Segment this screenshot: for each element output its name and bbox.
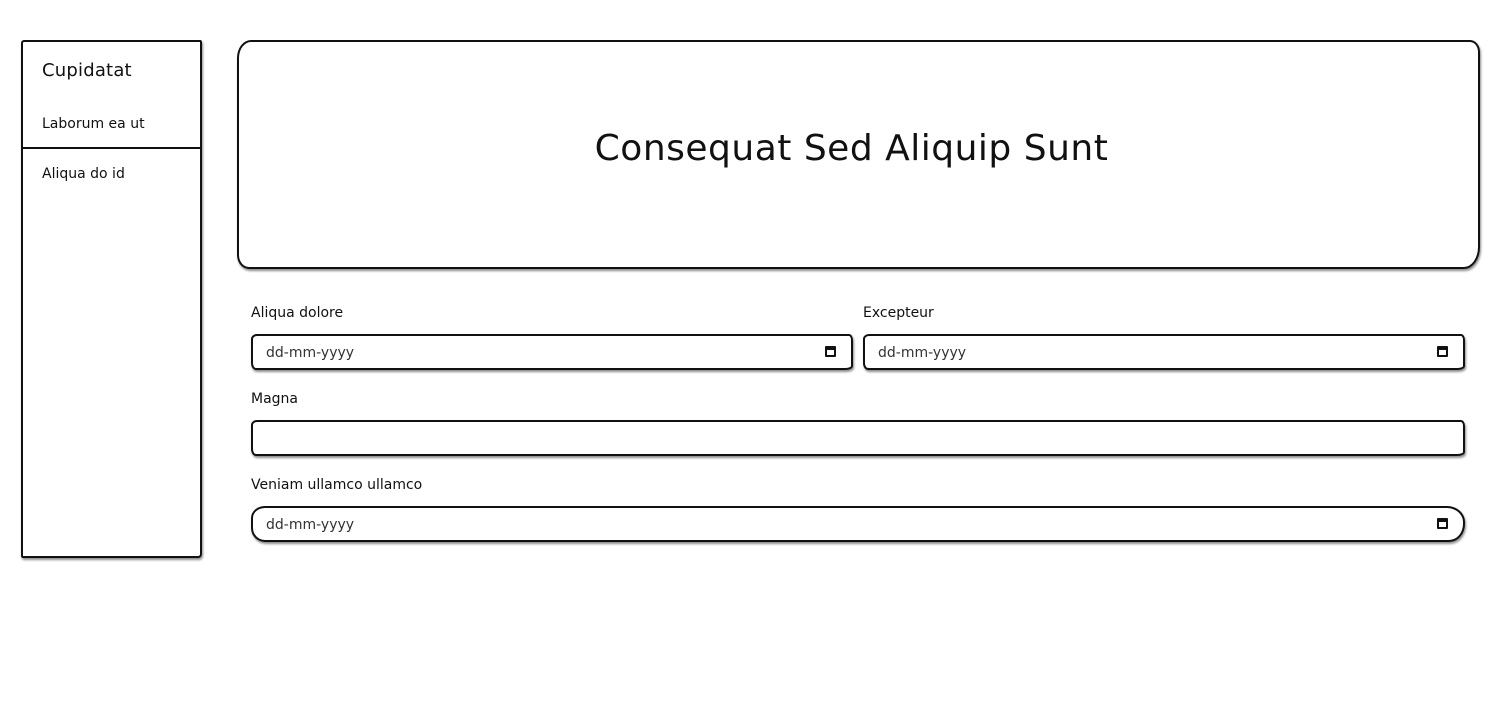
date-placeholder: dd-mm-yyyy: [266, 345, 355, 361]
header-banner: Consequat Sed Aliquip Sunt: [237, 40, 1480, 269]
date-placeholder: dd-mm-yyyy: [266, 517, 355, 533]
sidebar-divider: [23, 147, 200, 149]
sidebar-title: Cupidatat: [42, 60, 132, 81]
field-label-veniam: Veniam ullamco ullamco: [251, 477, 423, 493]
field-label-magna: Magna: [251, 391, 298, 407]
calendar-icon[interactable]: [1437, 346, 1448, 357]
date-input-veniam[interactable]: dd-mm-yyyy: [251, 506, 1465, 542]
date-placeholder: dd-mm-yyyy: [878, 345, 967, 361]
calendar-icon[interactable]: [825, 346, 836, 357]
field-label-aliqua-dolore: Aliqua dolore: [251, 305, 344, 321]
date-input-aliqua-dolore[interactable]: dd-mm-yyyy: [251, 334, 853, 370]
sidebar-item-aliqua[interactable]: Aliqua do id: [42, 166, 125, 182]
calendar-icon[interactable]: [1437, 518, 1448, 529]
page: Cupidatat Laborum ea ut Aliqua do id Con…: [0, 0, 1500, 720]
field-label-excepteur: Excepteur: [863, 305, 934, 321]
text-input-magna[interactable]: [251, 420, 1465, 456]
page-title: Consequat Sed Aliquip Sunt: [594, 128, 1109, 169]
date-input-excepteur[interactable]: dd-mm-yyyy: [863, 334, 1465, 370]
sidebar: Cupidatat Laborum ea ut Aliqua do id: [21, 40, 202, 558]
sidebar-item-laborum[interactable]: Laborum ea ut: [42, 116, 145, 132]
